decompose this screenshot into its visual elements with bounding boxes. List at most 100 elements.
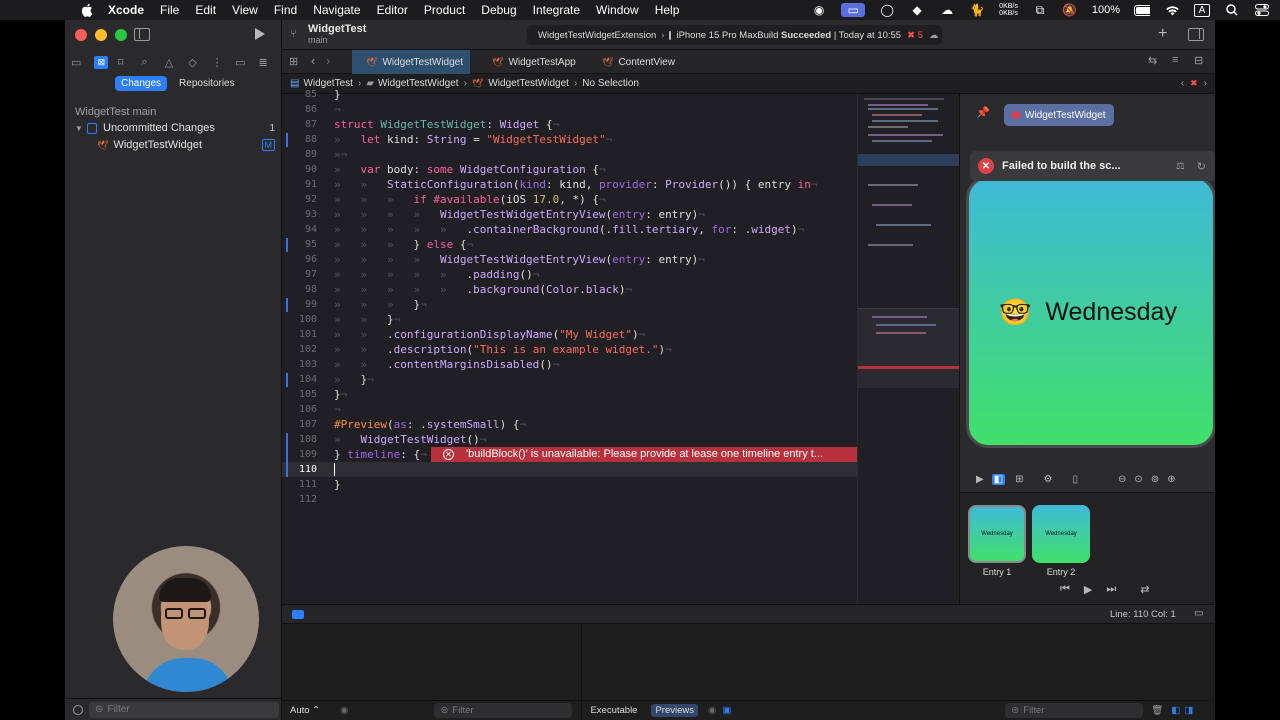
close-window-button[interactable] — [75, 29, 87, 41]
cloud-icon[interactable]: ☁ — [939, 3, 955, 17]
menu-app-name[interactable]: Xcode — [108, 3, 144, 17]
mute-icon[interactable]: 🔕 — [1062, 3, 1078, 17]
changes-tab[interactable]: Changes — [115, 76, 168, 91]
editor-options-icon[interactable]: ≡ — [1172, 54, 1178, 66]
toggle-sidebar-icon[interactable] — [134, 28, 150, 41]
error-count-badge[interactable]: ✖ 5 — [907, 30, 923, 41]
zoom-100-icon[interactable]: ⊙ — [1134, 474, 1142, 485]
inline-error-message[interactable]: ✕ 'buildBlock()' is unavailable: Please p… — [431, 447, 857, 462]
zoom-out-icon[interactable]: ⊖ — [1118, 474, 1126, 485]
minimize-window-button[interactable] — [95, 29, 107, 41]
breakpoint-navigator-icon[interactable]: ▭ — [235, 56, 258, 69]
play-icon[interactable]: ▶ — [1084, 583, 1092, 596]
project-navigator-icon[interactable]: ▭ — [71, 56, 94, 69]
issue-navigator-icon[interactable]: △ — [165, 56, 188, 69]
quick-look-icon[interactable]: ◉ — [340, 705, 348, 716]
debug-navigator-icon[interactable]: ⋮ — [212, 56, 235, 69]
console-filter-input[interactable]: ⊜ Filter — [1005, 703, 1144, 718]
eye-icon[interactable]: ◉ — [708, 705, 716, 716]
menu-view[interactable]: View — [232, 3, 258, 17]
issue-indicator-icon[interactable]: ✖ — [1190, 78, 1198, 89]
record-icon[interactable]: ◯ — [879, 3, 895, 17]
prev-issue-icon[interactable]: ‹ — [1181, 78, 1184, 89]
zoom-in-icon[interactable]: ⊕ — [1167, 474, 1175, 485]
tab-widgettestapp[interactable]: 🕊 WidgetTestApp — [492, 50, 592, 74]
run-button[interactable] — [255, 28, 265, 40]
bookmark-navigator-icon[interactable]: ⌑ — [118, 56, 141, 69]
build-failure-banner[interactable]: ✕ Failed to build the sc... ⚖ ↻ — [970, 151, 1215, 181]
split-right-icon[interactable]: ◨ — [1184, 705, 1193, 716]
minimap[interactable] — [857, 94, 960, 604]
variables-filter-input[interactable]: ⊜ Filter — [434, 703, 573, 718]
previous-entry-icon[interactable]: ⏮ — [1060, 583, 1070, 596]
timeline-entry[interactable]: Wednesday — [1032, 505, 1090, 563]
cloud-sync-icon[interactable]: ☁ — [929, 30, 939, 41]
battery-icon[interactable] — [1134, 3, 1150, 17]
change-indicator[interactable] — [286, 433, 288, 477]
related-items-icon[interactable]: ⇆ — [1148, 54, 1157, 67]
menu-window[interactable]: Window — [596, 3, 639, 17]
tab-contentview[interactable]: 🕊 ContentView — [602, 50, 702, 74]
uncommitted-group[interactable]: ▼ Uncommitted Changes 1 — [75, 122, 275, 134]
next-issue-icon[interactable]: › — [1204, 78, 1207, 89]
editor-grid-icon[interactable]: ⊞ — [289, 55, 298, 68]
select-mode-icon[interactable]: ◧ — [991, 473, 1006, 485]
menu-integrate[interactable]: Integrate — [533, 3, 580, 17]
menu-edit[interactable]: Edit — [195, 3, 216, 17]
app-status-icon[interactable]: ◆ — [909, 3, 925, 17]
changed-file-item[interactable]: 🕊 WidgetTestWidget M — [97, 139, 275, 151]
build-status[interactable]: Build Succeeded | Today at 10:55 — [757, 30, 901, 41]
wifi-icon[interactable] — [1164, 3, 1180, 17]
project-title[interactable]: WidgetTest main — [308, 23, 366, 45]
obs-icon[interactable]: ◉ — [811, 3, 827, 17]
device-preview-icon[interactable]: ▯ — [1073, 474, 1079, 485]
console-icon[interactable]: ▣ — [722, 705, 731, 716]
variants-icon[interactable]: ⊞ — [1015, 474, 1023, 485]
hide-debug-area-icon[interactable] — [292, 610, 304, 619]
change-indicator[interactable] — [286, 373, 288, 387]
menu-find[interactable]: Find — [274, 3, 297, 17]
change-indicator[interactable] — [286, 133, 288, 147]
auto-scope-select[interactable]: Auto ⌃ — [290, 705, 320, 716]
split-left-icon[interactable]: ◧ — [1171, 705, 1180, 716]
refresh-icon[interactable]: ↻ — [1197, 160, 1206, 173]
navigator-filter-input[interactable]: ⊜ Filter — [89, 701, 279, 718]
previews-tab[interactable]: Previews — [651, 704, 699, 717]
search-icon[interactable] — [1224, 3, 1240, 17]
zoom-fit-icon[interactable]: ⊚ — [1151, 474, 1159, 485]
toggle-inspector-icon[interactable] — [1188, 28, 1204, 41]
loop-icon[interactable]: ⇄ — [1140, 583, 1149, 596]
next-entry-icon[interactable]: ⏭ — [1106, 583, 1116, 596]
network-stats[interactable]: 0KB/s 0KB/s — [999, 3, 1018, 17]
device-selector[interactable]: iPhone 15 Pro Max — [676, 30, 757, 41]
add-icon[interactable]: + — [1158, 25, 1167, 43]
preview-pinned-chip[interactable]: WidgetTestWidget — [1004, 104, 1114, 126]
report-navigator-icon[interactable]: ≣ — [259, 56, 282, 69]
forward-icon[interactable]: › — [326, 53, 330, 68]
live-mode-icon[interactable]: ▶ — [976, 474, 984, 485]
executable-tab[interactable]: Executable — [590, 705, 637, 716]
input-source[interactable]: A — [1194, 3, 1210, 17]
change-indicator[interactable] — [286, 238, 288, 252]
repositories-tab[interactable]: Repositories — [173, 76, 241, 91]
menu-editor[interactable]: Editor — [377, 3, 408, 17]
source-control-navigator-icon[interactable]: ⊠ — [94, 55, 117, 69]
diagnostics-icon[interactable]: ⚖ — [1176, 161, 1185, 172]
split-editor-icon[interactable]: ⊟ — [1194, 54, 1203, 67]
menu-help[interactable]: Help — [655, 3, 680, 17]
menu-navigate[interactable]: Navigate — [313, 3, 360, 17]
disclosure-chevron-icon[interactable]: ▼ — [75, 124, 87, 133]
filter-options-icon[interactable] — [73, 704, 83, 715]
control-center-icon[interactable] — [1254, 3, 1270, 17]
pin-icon[interactable]: 📌 — [976, 106, 990, 119]
screen-record-icon[interactable]: ▭ — [841, 3, 866, 17]
menu-debug[interactable]: Debug — [481, 3, 516, 17]
scheme-selector[interactable]: WidgetTestWidgetExtension — [538, 30, 656, 41]
change-indicator[interactable] — [286, 298, 288, 312]
find-navigator-icon[interactable]: ⌕ — [141, 56, 164, 69]
test-navigator-icon[interactable]: ◇ — [188, 56, 211, 69]
back-icon[interactable]: ‹ — [311, 53, 315, 68]
timeline-entry[interactable]: Wednesday — [968, 505, 1026, 563]
layers-icon[interactable]: ⧉ — [1032, 3, 1048, 17]
menu-product[interactable]: Product — [424, 3, 465, 17]
